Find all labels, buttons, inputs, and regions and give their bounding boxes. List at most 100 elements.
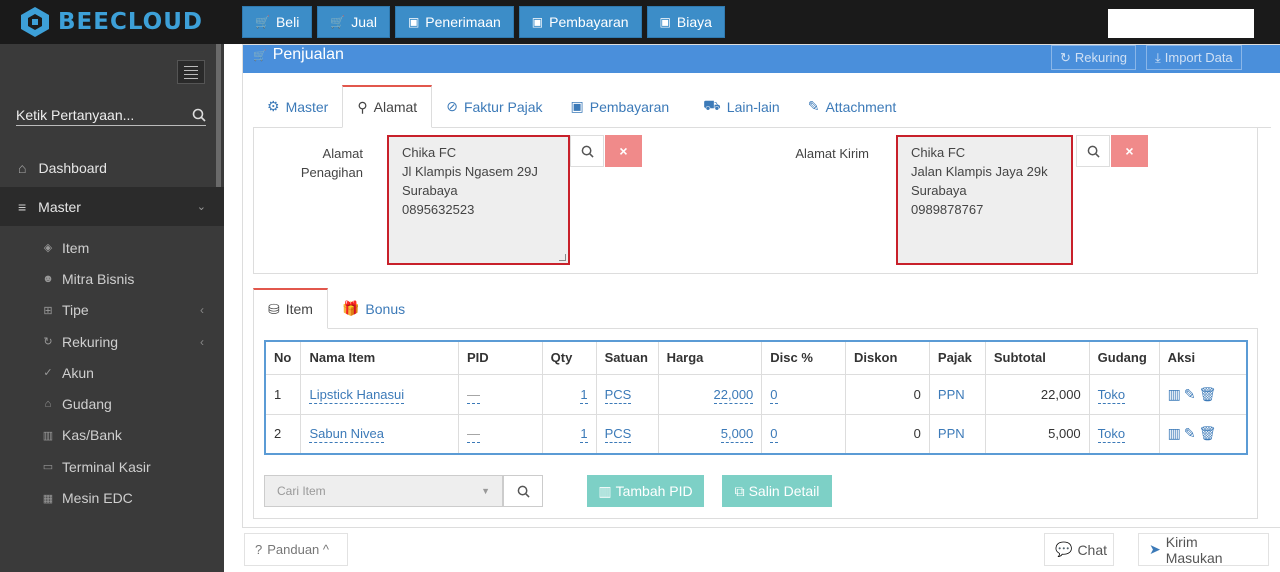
tab-faktur-pajak[interactable]: ⊘ Faktur Pajak: [432, 85, 556, 128]
trash-icon[interactable]: 🗑: [1199, 425, 1220, 441]
sidebar-item-label: Dashboard: [38, 159, 107, 176]
import-data-button[interactable]: ⤓ Import Data: [1146, 45, 1242, 70]
disc-link[interactable]: 0: [770, 426, 778, 444]
billing-search-button[interactable]: [570, 135, 604, 167]
edit-icon[interactable]: ✎: [1184, 386, 1199, 402]
sidebar-sub-terminal-kasir[interactable]: ▭ Terminal Kasir: [0, 451, 224, 482]
sidebar-sub-tipe[interactable]: ⊞ Tipe ‹: [0, 295, 224, 326]
user-area[interactable]: [1108, 9, 1254, 38]
search-placeholder: Ketik Pertanyaan...: [16, 106, 135, 123]
nav-label: Penerimaan: [425, 14, 501, 30]
qty-link[interactable]: 1: [580, 386, 588, 404]
menu-toggle-icon[interactable]: [177, 60, 205, 84]
nav-jual-button[interactable]: 🛒 Jual: [317, 6, 390, 38]
sidebar-item-dashboard[interactable]: ⌂ Dashboard: [0, 148, 224, 187]
nav-biaya-button[interactable]: ▣ Biaya: [646, 6, 725, 38]
rekuring-button[interactable]: ↻ Rekuring: [1051, 45, 1136, 70]
tab-attachment[interactable]: ✎ Attachment: [794, 85, 911, 128]
warehouse-icon: ⌂: [44, 398, 52, 411]
salin-detail-button[interactable]: ⧉ Salin Detail: [722, 475, 832, 507]
tab-bonus[interactable]: 🎁 Bonus: [328, 288, 419, 329]
sidebar-sub-akun[interactable]: ✓ Akun: [0, 357, 224, 388]
col-header: PID: [457, 340, 543, 375]
harga-link[interactable]: 22,000: [713, 386, 754, 404]
bank-icon: ▥: [42, 429, 54, 442]
pajak-link[interactable]: PPN: [928, 413, 986, 455]
sidebar-sub-mitra-bisnis[interactable]: ☻ Mitra Bisnis: [0, 263, 224, 294]
tab-pembayaran[interactable]: ▣ Pembayaran: [557, 85, 684, 128]
cari-item-select[interactable]: Cari Item ▼: [264, 475, 503, 507]
page-title: Penjualan: [272, 46, 344, 63]
shipping-search-button[interactable]: [1076, 135, 1110, 167]
satuan-link[interactable]: PCS: [604, 426, 632, 444]
sidebar-sub-mesin-edc[interactable]: ▦ Mesin EDC: [0, 482, 224, 513]
cell-subtotal: 5,000: [984, 413, 1090, 455]
cari-item-search-button[interactable]: [503, 475, 543, 507]
money-icon: ▣: [659, 15, 671, 29]
pajak-link[interactable]: PPN: [928, 373, 986, 415]
tab-master[interactable]: ⚙ Master: [253, 85, 342, 128]
shipping-address-textarea[interactable]: Chika FC Jalan Klampis Jaya 29k Surabaya…: [896, 135, 1073, 265]
label-line: Penagihan: [300, 165, 363, 180]
home-icon: ⌂: [18, 159, 27, 176]
sidebar-sub-rekuring[interactable]: ↻ Rekuring ‹: [0, 326, 224, 357]
sidebar-item-master[interactable]: ≡ Master ⌄: [0, 187, 224, 226]
col-header: No: [264, 340, 302, 375]
search-icon: [517, 485, 530, 498]
sidebar: Ketik Pertanyaan... ⌂ Dashboard ≡ Master …: [0, 44, 224, 572]
barcode-icon[interactable]: ▥: [1168, 386, 1184, 402]
cubes-icon: ⛁: [268, 300, 280, 317]
col-header: Gudang: [1088, 340, 1160, 375]
satuan-link[interactable]: PCS: [604, 386, 632, 404]
gudang-link[interactable]: Toko: [1097, 426, 1126, 444]
panduan-button[interactable]: ? Panduan ^: [244, 533, 348, 566]
button-label: Rekuring: [1074, 50, 1127, 65]
sidebar-sub-label: Akun: [62, 364, 94, 381]
resize-handle[interactable]: [559, 254, 566, 261]
barcode-icon[interactable]: ▥: [1168, 425, 1184, 441]
edit-icon[interactable]: ✎: [1184, 425, 1199, 441]
desktop-icon: ▭: [42, 461, 54, 474]
item-name-link[interactable]: Sabun Nivea: [309, 426, 384, 444]
billing-clear-button[interactable]: ×: [605, 135, 642, 167]
harga-link[interactable]: 5,000: [720, 426, 754, 444]
tab-label: Item: [285, 301, 313, 317]
sidebar-sub-gudang[interactable]: ⌂ Gudang: [0, 388, 224, 419]
table-row: 1 Lipstick Hanasui — 1 PCS 22,000 0 0 PP…: [264, 373, 1248, 415]
trash-icon[interactable]: 🗑: [1199, 386, 1220, 402]
pid-link[interactable]: —: [466, 426, 480, 444]
sidebar-sub-label: Kas/Bank: [62, 427, 122, 444]
check-circle-icon: ⊘: [446, 98, 458, 114]
pid-link[interactable]: —: [466, 386, 480, 404]
tab-alamat[interactable]: ⚲ Alamat: [342, 85, 433, 128]
tambah-pid-button[interactable]: ▥ Tambah PID: [587, 475, 704, 507]
address-line: Chika FC: [911, 145, 966, 160]
paper-plane-icon: ➤: [1149, 541, 1161, 557]
paperclip-icon: ✎: [807, 98, 820, 114]
address-line: Chika FC: [402, 145, 457, 160]
tab-lain-lain[interactable]: ⛟ Lain-lain: [689, 85, 794, 128]
tab-item[interactable]: ⛁ Item: [253, 288, 328, 329]
brand-logo[interactable]: BEECLOUD: [20, 6, 203, 38]
item-name-link[interactable]: Lipstick Hanasui: [309, 386, 405, 404]
shipping-clear-button[interactable]: ×: [1111, 135, 1148, 167]
tab-label: Faktur Pajak: [463, 98, 543, 115]
sidebar-search-input[interactable]: Ketik Pertanyaan...: [16, 104, 206, 126]
disc-link[interactable]: 0: [770, 386, 778, 404]
nav-penerimaan-button[interactable]: ▣ Penerimaan: [394, 6, 514, 38]
billing-address-textarea[interactable]: Chika FC Jl Klampis Ngasem 29J Surabaya …: [387, 135, 570, 265]
users-icon: ☻: [42, 272, 54, 285]
sidebar-sub-kas-bank[interactable]: ▥ Kas/Bank: [0, 420, 224, 451]
chat-button[interactable]: 💬 Chat: [1044, 533, 1114, 566]
cell-diskon: 0: [845, 413, 930, 455]
nav-pembayaran-button[interactable]: ▣ Pembayaran: [518, 6, 642, 38]
col-header: Subtotal: [984, 340, 1090, 375]
qty-link[interactable]: 1: [580, 426, 588, 444]
gudang-link[interactable]: Toko: [1097, 386, 1126, 404]
sidebar-sub-item[interactable]: ◈ Item: [0, 232, 224, 263]
sidebar-sub-label: Gudang: [62, 396, 112, 413]
kirim-masukan-button[interactable]: ➤ Kirim Masukan: [1138, 533, 1269, 566]
nav-beli-button[interactable]: 🛒 Beli: [242, 6, 313, 38]
address-line: Jalan Klampis Jaya 29k: [911, 164, 1048, 179]
chevron-left-icon: ‹: [200, 303, 204, 318]
